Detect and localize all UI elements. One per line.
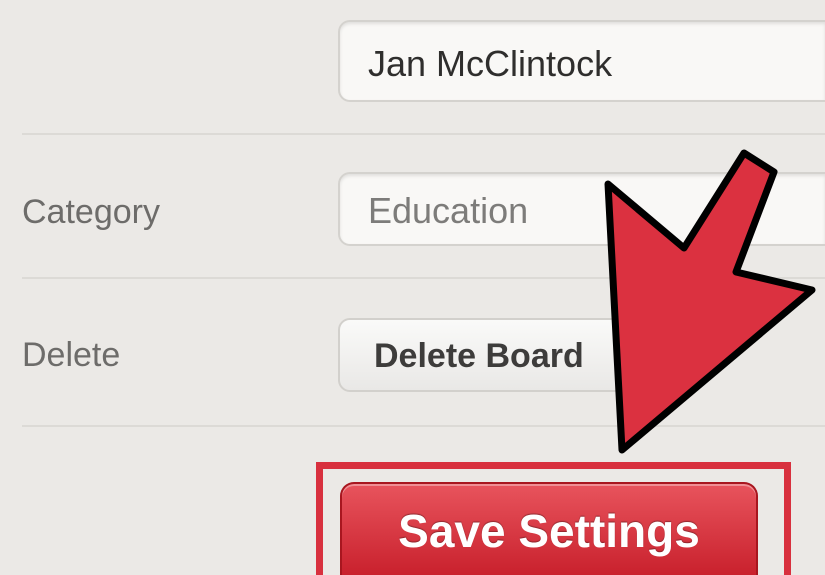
arrow-pointer-icon	[604, 149, 816, 454]
